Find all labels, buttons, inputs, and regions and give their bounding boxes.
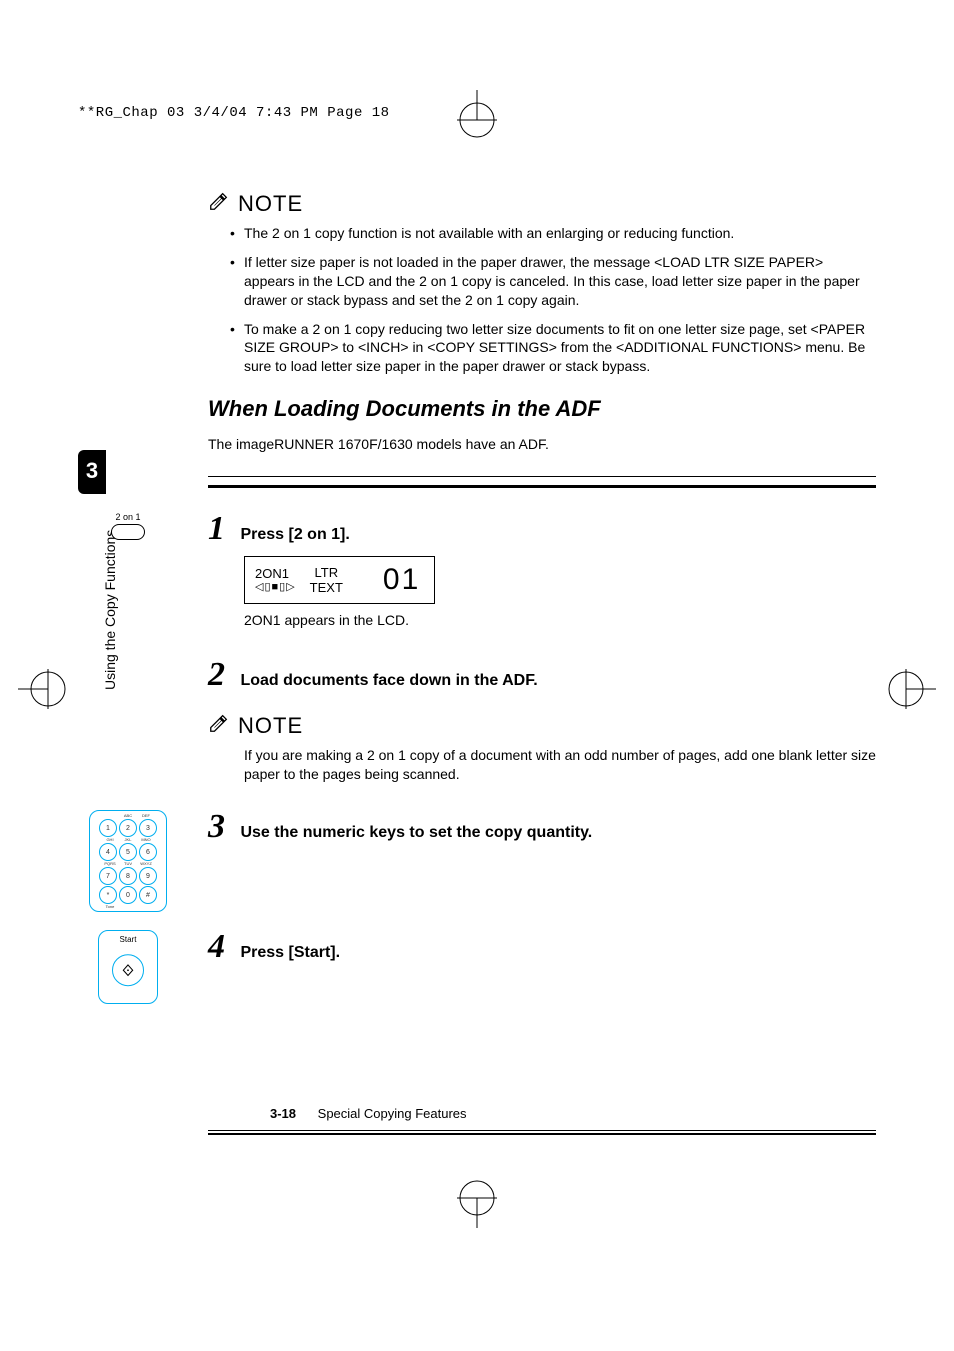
print-job-slug: **RG_Chap 03 3/4/04 7:43 PM Page 18: [78, 105, 390, 121]
chapter-sidebar: 3 Using the Copy Functions: [78, 450, 108, 494]
section-intro: The imageRUNNER 1670F/1630 models have a…: [208, 436, 876, 452]
step-title: Press [Start].: [240, 944, 340, 962]
key-sublabel: GHI: [102, 838, 118, 842]
lcd-paper: LTR: [310, 565, 343, 581]
step-number: 4: [208, 930, 236, 964]
note-bullet: To make a 2 on 1 copy reducing two lette…: [230, 320, 876, 377]
keypad-key: 0: [119, 886, 137, 904]
keypad-key: *: [99, 886, 117, 904]
step-3: ABC DEF 1 2 3 GHI JKL MNO: [208, 810, 876, 890]
registration-mark-top: [453, 90, 501, 138]
keypad-key: #: [139, 886, 157, 904]
step-1: 2 on 1 1 Press [2 on 1]. 2ON1 ◁▯■▯▷ LTR …: [208, 512, 876, 628]
keypad-key: 1: [99, 819, 117, 837]
step-1-panel-icon: 2 on 1: [78, 512, 178, 540]
key-sublabel: JKL: [120, 838, 136, 842]
two-on-one-label: 2 on 1: [111, 512, 145, 522]
note-heading-2: NOTE: [208, 712, 876, 740]
note-bullet: If letter size paper is not loaded in th…: [230, 253, 876, 310]
registration-mark-right: [888, 665, 936, 713]
note-block-2: NOTE If you are making a 2 on 1 copy of …: [208, 712, 876, 784]
pencil-icon: [208, 712, 230, 740]
keypad-key: 5: [119, 843, 137, 861]
step-3-panel-icon: ABC DEF 1 2 3 GHI JKL MNO: [78, 810, 178, 912]
keypad-key: 8: [119, 867, 137, 885]
page-footer: 3-18 Special Copying Features: [270, 1106, 467, 1121]
chapter-side-label: Using the Copy Functions: [102, 530, 118, 690]
step-title: Load documents face down in the ADF.: [240, 672, 537, 690]
divider-thick: [208, 485, 876, 490]
key-sublabel: Tone: [102, 905, 118, 909]
step-4-panel-icon: Start: [78, 930, 178, 1004]
page-body: 3 Using the Copy Functions NOTE The 2 on…: [78, 140, 876, 1201]
note-heading-2-text: NOTE: [238, 713, 303, 739]
note-bullet: The 2 on 1 copy function is not availabl…: [230, 224, 876, 243]
chapter-number-tab: 3: [78, 450, 106, 494]
key-sublabel: ABC: [120, 814, 136, 818]
keypad-key: 6: [139, 843, 157, 861]
lcd-count: 01: [383, 563, 420, 597]
step-title: Use the numeric keys to set the copy qua…: [240, 824, 592, 842]
keypad-key: 3: [139, 819, 157, 837]
key-sublabel: MNO: [138, 838, 154, 842]
note-heading-text: NOTE: [238, 191, 303, 217]
lcd-display: 2ON1 ◁▯■▯▷ LTR TEXT 01: [244, 556, 435, 604]
keypad-key: 7: [99, 867, 117, 885]
key-sublabel: PQRS: [102, 862, 118, 866]
start-button-circle: [112, 954, 144, 986]
footer-rule-thin: [208, 1130, 876, 1131]
footer-rule-thick: [208, 1133, 876, 1135]
lcd-density-icon: ◁▯■▯▷: [255, 581, 296, 594]
lcd-quality: TEXT: [310, 580, 343, 596]
step-number: 1: [208, 512, 236, 546]
two-on-one-button-illustration: 2 on 1: [111, 512, 145, 540]
footer-title: Special Copying Features: [318, 1106, 467, 1121]
divider: [208, 476, 876, 477]
main-content: NOTE The 2 on 1 copy function is not ava…: [208, 190, 876, 1135]
step-4: Start 4 Press [Start].: [208, 930, 876, 1010]
note-2-text: If you are making a 2 on 1 copy of a doc…: [244, 746, 876, 784]
key-sublabel: TUV: [120, 862, 136, 866]
step-number: 3: [208, 810, 236, 844]
key-sublabel: DEF: [138, 814, 154, 818]
note-heading: NOTE: [208, 190, 876, 218]
step-2: 2 Load documents face down in the ADF.: [208, 658, 876, 698]
keypad-key: 4: [99, 843, 117, 861]
pencil-icon: [208, 190, 230, 218]
lcd-mode: 2ON1: [255, 566, 296, 582]
pill-button-icon: [111, 524, 145, 540]
step-title: Press [2 on 1].: [240, 526, 349, 544]
registration-mark-left: [18, 665, 66, 713]
numeric-keypad-illustration: ABC DEF 1 2 3 GHI JKL MNO: [89, 810, 167, 912]
page-number: 3-18: [270, 1106, 296, 1121]
start-button-illustration: Start: [98, 930, 158, 1004]
keypad-key: 9: [139, 867, 157, 885]
step-1-after-text: 2ON1 appears in the LCD.: [244, 612, 876, 628]
start-label: Start: [99, 931, 157, 944]
keypad-key: 2: [119, 819, 137, 837]
key-sublabel: WXYZ: [138, 862, 154, 866]
note-bullet-list: The 2 on 1 copy function is not availabl…: [230, 224, 876, 376]
start-diamond-icon: [121, 963, 135, 977]
section-subheading: When Loading Documents in the ADF: [208, 396, 876, 422]
step-number: 2: [208, 658, 236, 692]
